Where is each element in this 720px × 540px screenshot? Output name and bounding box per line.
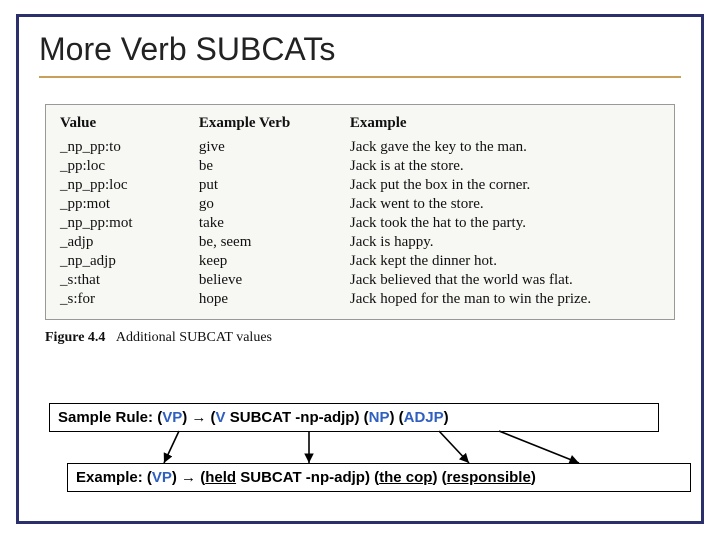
table-row: _adjpbe, seemJack is happy. <box>58 233 662 252</box>
figure-label: Figure 4.4 <box>45 330 105 345</box>
table-row: _pp:motgoJack went to the store. <box>58 195 662 214</box>
table-row: _np_adjpkeepJack kept the dinner hot. <box>58 252 662 271</box>
table-row: _s:thatbelieveJack believed that the wor… <box>58 271 662 290</box>
table-row: _pp:locbeJack is at the store. <box>58 157 662 176</box>
slide-frame: More Verb SUBCATs Value Example Verb Exa… <box>16 14 704 524</box>
subcat-table: Value Example Verb Example _np_pp:togive… <box>58 113 662 309</box>
slide-title: More Verb SUBCATs <box>19 17 701 74</box>
sample-rule-box: Sample Rule: (VP) → (V SUBCAT -np-adjp) … <box>49 403 659 432</box>
example-box: Example: (VP) → (held SUBCAT -np-adjp) (… <box>67 463 691 492</box>
title-underline <box>39 76 681 78</box>
table-row: _np_pp:togiveJack gave the key to the ma… <box>58 138 662 157</box>
figure-box: Value Example Verb Example _np_pp:togive… <box>45 104 675 320</box>
table-row: _np_pp:locputJack put the box in the cor… <box>58 176 662 195</box>
col-header-verb: Example Verb <box>197 113 348 138</box>
figure-caption-text: Additional SUBCAT values <box>116 330 272 345</box>
figure-caption: Figure 4.4 Additional SUBCAT values <box>45 330 701 346</box>
table-row: _np_pp:mottakeJack took the hat to the p… <box>58 214 662 233</box>
example-text: Example: (VP) → (held SUBCAT -np-adjp) (… <box>76 469 536 486</box>
table-row: _s:forhopeJack hoped for the man to win … <box>58 290 662 309</box>
col-header-value: Value <box>58 113 197 138</box>
col-header-example: Example <box>348 113 662 138</box>
sample-rule-text: Sample Rule: (VP) → (V SUBCAT -np-adjp) … <box>58 409 449 426</box>
